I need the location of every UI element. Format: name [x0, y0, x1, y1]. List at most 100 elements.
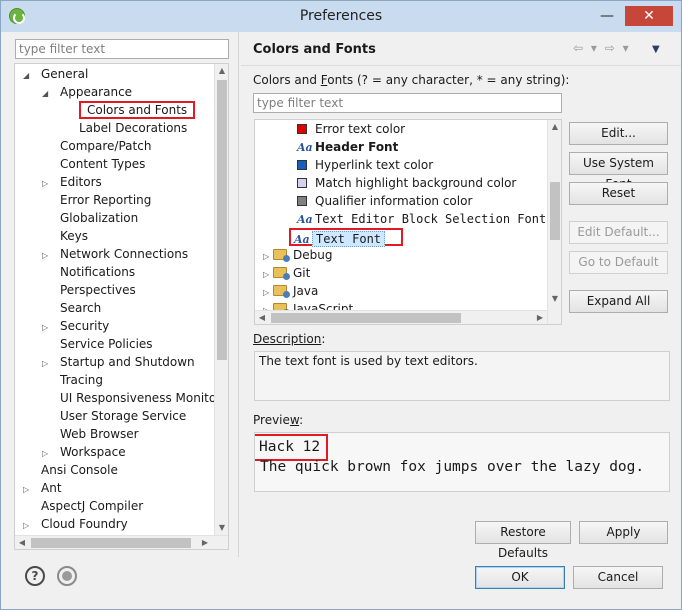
colors-fonts-hscroll-thumb[interactable]: [271, 313, 461, 323]
nav-item[interactable]: Ansi Console: [23, 461, 118, 479]
nav-item[interactable]: Colors and Fonts: [61, 101, 196, 119]
nav-item[interactable]: Perspectives: [42, 281, 136, 299]
nav-item-label: User Storage Service: [60, 409, 187, 423]
minimize-button[interactable]: —: [595, 6, 619, 26]
colors-fonts-item[interactable]: ▷ Debug: [263, 246, 332, 264]
nav-item[interactable]: ▷ Network Connections: [42, 245, 188, 263]
view-menu-icon[interactable]: ▼: [652, 44, 660, 55]
scroll-left-icon[interactable]: ◀: [255, 311, 269, 324]
nav-item[interactable]: Keys: [42, 227, 88, 245]
nav-item[interactable]: AspectJ Compiler: [23, 497, 143, 515]
colors-fonts-item[interactable]: Match highlight background color: [297, 174, 516, 192]
nav-item[interactable]: Web Browser: [42, 425, 139, 443]
nav-item[interactable]: UI Responsiveness Monitoring: [42, 389, 229, 407]
back-arrow-icon[interactable]: ⇦ ▾: [573, 41, 599, 55]
preferences-nav-tree[interactable]: ◢ General ◢ Appearance Colors and Fonts Label…: [14, 63, 229, 550]
colors-fonts-item[interactable]: Aa Text Editor Block Selection Font: [297, 210, 546, 228]
colors-fonts-item-label: Java: [293, 284, 319, 298]
color-swatch-icon: [297, 124, 307, 134]
go-to-default-button[interactable]: Go to Default: [569, 251, 668, 274]
edit-default-button[interactable]: Edit Default...: [569, 221, 668, 244]
nav-item[interactable]: Compare/Patch: [42, 137, 151, 155]
font-icon: Aa: [297, 141, 313, 154]
nav-item[interactable]: ▷ Security: [42, 317, 109, 335]
colors-fonts-scroll-thumb[interactable]: [550, 182, 560, 240]
scroll-left-icon[interactable]: ◀: [15, 536, 29, 549]
collapsed-arrow-icon[interactable]: ▷: [23, 517, 33, 535]
nav-item-label: Label Decorations: [79, 121, 188, 135]
scroll-up-icon[interactable]: ▲: [215, 64, 228, 78]
nav-item-label: Workspace: [60, 445, 126, 459]
nav-item[interactable]: ▷ Editors: [42, 173, 102, 191]
nav-item-label: Notifications: [60, 265, 136, 279]
scroll-down-icon[interactable]: ▼: [548, 292, 561, 306]
nav-item[interactable]: ◢ Appearance: [42, 83, 132, 101]
colors-fonts-tree[interactable]: Error text color Aa Header Font Hyperlink t…: [254, 119, 562, 325]
nav-item[interactable]: Notifications: [42, 263, 135, 281]
help-icon[interactable]: ?: [25, 566, 45, 586]
nav-item[interactable]: User Storage Service: [42, 407, 186, 425]
nav-tree-scroll-thumb[interactable]: [217, 80, 227, 360]
ok-button[interactable]: OK: [475, 566, 565, 589]
forward-arrow-icon[interactable]: ⇨ ▾: [605, 41, 631, 55]
colors-fonts-item[interactable]: Qualifier information color: [297, 192, 472, 210]
nav-item[interactable]: Tracing: [42, 371, 103, 389]
nav-item[interactable]: Search: [42, 299, 101, 317]
colors-fonts-item[interactable]: Aa Header Font: [297, 138, 398, 156]
nav-item-label: Startup and Shutdown: [60, 355, 195, 369]
preview-label: Preview:: [253, 413, 304, 427]
nav-item-label: UI Responsiveness Monitoring: [60, 391, 229, 405]
nav-item[interactable]: Globalization: [42, 209, 138, 227]
colors-fonts-item[interactable]: Error text color: [297, 120, 405, 138]
nav-item[interactable]: ▷ Workspace: [42, 443, 126, 461]
colors-fonts-item[interactable]: Aa Text Font: [289, 228, 404, 247]
title-bar[interactable]: Preferences — ✕: [1, 1, 681, 32]
nav-item[interactable]: Service Policies: [42, 335, 153, 353]
nav-item[interactable]: Content Types: [42, 155, 145, 173]
scroll-down-icon[interactable]: ▼: [215, 521, 228, 535]
nav-item-label: Editors: [60, 175, 102, 189]
nav-item[interactable]: ▷ Startup and Shutdown: [42, 353, 195, 371]
close-button[interactable]: ✕: [625, 6, 673, 26]
nav-item[interactable]: ▷ Cloud Foundry: [23, 515, 128, 533]
cancel-button[interactable]: Cancel: [573, 566, 663, 589]
sidebar-filter-input[interactable]: [15, 39, 229, 59]
nav-item-label: Cloud Foundry: [41, 517, 128, 531]
page-title: Colors and Fonts: [253, 42, 376, 57]
reset-button[interactable]: Reset: [569, 182, 668, 205]
nav-tree-vertical-scrollbar[interactable]: ▲ ▼: [214, 64, 228, 535]
nav-item-label: Service Policies: [60, 337, 153, 351]
colors-fonts-filter-input[interactable]: [253, 93, 562, 113]
scroll-up-icon[interactable]: ▲: [548, 120, 561, 134]
nav-item-label: Security: [60, 319, 110, 333]
colors-fonts-vertical-scrollbar[interactable]: ▲ ▼: [547, 120, 561, 324]
scroll-right-icon[interactable]: ▶: [533, 311, 547, 324]
expand-all-button[interactable]: Expand All: [569, 290, 668, 313]
restore-defaults-button[interactable]: Restore Defaults: [475, 521, 571, 560]
nav-item[interactable]: Error Reporting: [42, 191, 151, 209]
apply-button[interactable]: Apply: [579, 521, 668, 544]
pane-separator[interactable]: [238, 32, 239, 557]
nav-item-label: Perspectives: [60, 283, 136, 297]
edit-button[interactable]: Edit...: [569, 122, 668, 145]
record-macro-icon[interactable]: [57, 566, 77, 586]
category-folder-icon: [273, 249, 290, 262]
colors-fonts-item[interactable]: Hyperlink text color: [297, 156, 433, 174]
color-swatch-icon: [297, 160, 307, 170]
colors-fonts-horizontal-scrollbar[interactable]: ◀ ▶: [255, 310, 547, 324]
nav-item-label: Content Types: [60, 157, 146, 171]
nav-item[interactable]: ▷ Ant: [23, 479, 62, 497]
colors-fonts-item[interactable]: ▷ Git: [263, 264, 310, 282]
nav-tree-hscroll-thumb[interactable]: [31, 538, 191, 548]
scroll-right-icon[interactable]: ▶: [198, 536, 212, 549]
colors-fonts-item[interactable]: ▷ Java: [263, 282, 318, 300]
colors-fonts-item-label: Text Editor Block Selection Font: [315, 212, 547, 226]
nav-item-label: Globalization: [60, 211, 139, 225]
nav-item[interactable]: Label Decorations: [61, 119, 187, 137]
expanded-arrow-icon[interactable]: ◢: [42, 85, 52, 103]
use-system-font-button[interactable]: Use System Font: [569, 152, 668, 191]
nav-tree-horizontal-scrollbar[interactable]: ◀ ▶: [15, 535, 228, 549]
nav-item[interactable]: ◢ General: [23, 65, 88, 83]
expanded-arrow-icon[interactable]: ◢: [23, 67, 33, 85]
colors-fonts-item-label: Header Font: [315, 140, 399, 154]
